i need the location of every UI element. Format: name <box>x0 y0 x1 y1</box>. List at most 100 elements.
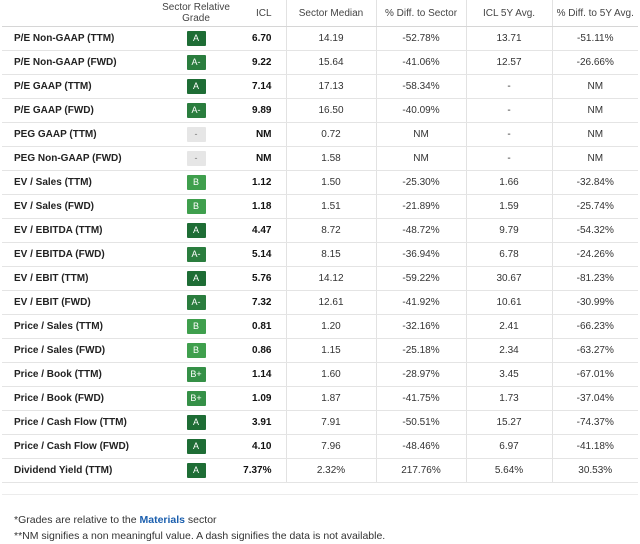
sector-median-value: 1.15 <box>285 338 376 363</box>
icl-value: 1.09 <box>242 386 286 411</box>
diff-to-5y-avg-value: -63.27% <box>551 338 638 363</box>
grade-cell: A <box>150 266 242 291</box>
diff-to-sector-value: -52.78% <box>375 26 466 51</box>
diff-to-sector-value: -58.34% <box>375 74 466 99</box>
icl-value: 7.37% <box>242 458 286 483</box>
metric-label: EV / Sales (TTM) <box>2 170 150 195</box>
table-row: Price / Book (FWD) B+ 1.09 1.87 -41.75% 1.73-… <box>2 386 638 411</box>
header-diff-to-sector[interactable]: % Diff. to Sector <box>375 0 466 27</box>
sector-median-value: 8.72 <box>285 218 376 243</box>
icl-5y-avg-value: - <box>465 122 552 147</box>
icl-value: 5.76 <box>242 266 286 291</box>
header-diff-to-5y-avg[interactable]: % Diff. to 5Y Avg. <box>551 0 638 27</box>
icl-5y-avg-value: 1.73 <box>465 386 552 411</box>
sector-median-value: 8.15 <box>285 242 376 267</box>
table-row: P/E Non-GAAP (TTM) A 6.70 14.19 -52.78% 13.71… <box>2 26 638 51</box>
metric-label: EV / EBITDA (TTM) <box>2 218 150 243</box>
grade-cell: A- <box>150 50 242 75</box>
metric-label: Price / Cash Flow (FWD) <box>2 434 150 459</box>
metric-label: P/E Non-GAAP (FWD) <box>2 50 150 75</box>
table-row: P/E GAAP (TTM) A 7.14 17.13 -58.34% - NM <box>2 74 638 99</box>
diff-to-5y-avg-value: -67.01% <box>551 362 638 387</box>
diff-to-5y-avg-value: -24.26% <box>551 242 638 267</box>
sector-median-value: 1.60 <box>285 362 376 387</box>
sector-median-value: 0.72 <box>285 122 376 147</box>
metric-label: EV / EBIT (TTM) <box>2 266 150 291</box>
icl-value: 9.89 <box>242 98 286 123</box>
icl-5y-avg-value: 3.45 <box>465 362 552 387</box>
table-row: PEG Non-GAAP (FWD) - NM 1.58 NM - NM <box>2 146 638 171</box>
diff-to-5y-avg-value: -32.84% <box>551 170 638 195</box>
grade-badge: A <box>186 415 206 430</box>
diff-to-sector-value: NM <box>375 122 466 147</box>
table-row: EV / EBIT (TTM) A 5.76 14.12 -59.22% 30.67 -81… <box>2 266 638 291</box>
diff-to-sector-value: -50.51% <box>375 410 466 435</box>
diff-to-5y-avg-value: NM <box>551 122 638 147</box>
diff-to-sector-value: -41.06% <box>375 50 466 75</box>
diff-to-5y-avg-value: -26.66% <box>551 50 638 75</box>
materials-sector-link[interactable]: Materials <box>139 514 185 526</box>
sector-median-value: 7.96 <box>285 434 376 459</box>
table-row: Price / Cash Flow (TTM) A 3.91 7.91 -50.51% 1… <box>2 410 638 435</box>
metric-label: Price / Sales (FWD) <box>2 338 150 363</box>
header-icl-5y-avg[interactable]: ICL 5Y Avg. <box>465 0 552 27</box>
icl-value: 1.14 <box>242 362 286 387</box>
grade-cell: A- <box>150 98 242 123</box>
diff-to-5y-avg-value: -66.23% <box>551 314 638 339</box>
diff-to-sector-value: -59.22% <box>375 266 466 291</box>
diff-to-sector-value: -40.09% <box>375 98 466 123</box>
icl-5y-avg-value: 12.57 <box>465 50 552 75</box>
metric-label: Price / Book (TTM) <box>2 362 150 387</box>
table-header-row: Sector Relative Grade ICL Sector Median … <box>2 0 638 27</box>
footnote-grades-suffix: sector <box>185 514 217 526</box>
icl-5y-avg-value: - <box>465 146 552 171</box>
metric-label: Price / Sales (TTM) <box>2 314 150 339</box>
grade-cell: - <box>150 122 242 147</box>
grade-badge: B <box>186 343 206 358</box>
table-row: Price / Cash Flow (FWD) A 4.10 7.96 -48.46% 6… <box>2 434 638 459</box>
diff-to-sector-value: -41.92% <box>375 290 466 315</box>
icl-5y-avg-value: 13.71 <box>465 26 552 51</box>
diff-to-sector-value: NM <box>375 146 466 171</box>
grade-cell: B <box>150 194 242 219</box>
icl-5y-avg-value: - <box>465 74 552 99</box>
grade-badge: B <box>186 175 206 190</box>
header-icl[interactable]: ICL <box>242 0 286 27</box>
valuation-table: Sector Relative Grade ICL Sector Median … <box>2 0 638 483</box>
icl-value: 3.91 <box>242 410 286 435</box>
diff-to-sector-value: -21.89% <box>375 194 466 219</box>
table-row: P/E Non-GAAP (FWD) A- 9.22 15.64 -41.06% 12.5… <box>2 50 638 75</box>
grade-cell: B <box>150 170 242 195</box>
diff-to-5y-avg-value: NM <box>551 146 638 171</box>
diff-to-5y-avg-value: -30.99% <box>551 290 638 315</box>
metric-label: EV / EBIT (FWD) <box>2 290 150 315</box>
sector-median-value: 7.91 <box>285 410 376 435</box>
diff-to-5y-avg-value: NM <box>551 74 638 99</box>
icl-5y-avg-value: 15.27 <box>465 410 552 435</box>
metric-label: PEG Non-GAAP (FWD) <box>2 146 150 171</box>
icl-value: 7.14 <box>242 74 286 99</box>
metric-label: Price / Cash Flow (TTM) <box>2 410 150 435</box>
grade-badge: - <box>186 151 206 166</box>
header-sector-median[interactable]: Sector Median <box>285 0 376 27</box>
sector-median-value: 1.58 <box>285 146 376 171</box>
grade-cell: A <box>150 434 242 459</box>
icl-5y-avg-value: 30.67 <box>465 266 552 291</box>
grade-cell: A <box>150 218 242 243</box>
icl-value: 1.18 <box>242 194 286 219</box>
footnote-grades-prefix: *Grades are relative to the <box>14 514 140 526</box>
metric-label: EV / EBITDA (FWD) <box>2 242 150 267</box>
icl-5y-avg-value: 10.61 <box>465 290 552 315</box>
metric-label: EV / Sales (FWD) <box>2 194 150 219</box>
diff-to-5y-avg-value: -81.23% <box>551 266 638 291</box>
table-row: Price / Book (TTM) B+ 1.14 1.60 -28.97% 3.45-… <box>2 362 638 387</box>
metric-label: P/E Non-GAAP (TTM) <box>2 26 150 51</box>
sector-median-value: 17.13 <box>285 74 376 99</box>
header-sector-relative-grade[interactable]: Sector Relative Grade <box>150 0 242 27</box>
header-metric <box>2 0 150 27</box>
icl-value: NM <box>242 146 286 171</box>
diff-to-5y-avg-value: -41.18% <box>551 434 638 459</box>
diff-to-5y-avg-value: -25.74% <box>551 194 638 219</box>
diff-to-sector-value: -36.94% <box>375 242 466 267</box>
grade-badge: B <box>186 319 206 334</box>
